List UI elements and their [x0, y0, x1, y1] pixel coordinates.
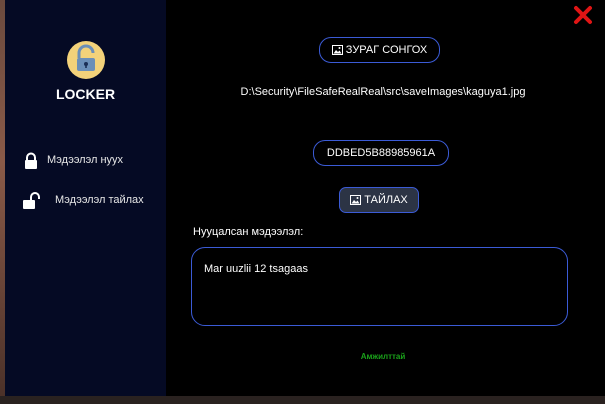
locker-window: LOCKER Мэдээлэл нуух Мэдээлэл тайлах	[5, 0, 605, 396]
app-title: LOCKER	[55, 86, 116, 102]
sidebar: LOCKER Мэдээлэл нуух Мэдээлэл тайлах	[5, 0, 166, 396]
sidebar-item-label: Мэдээлэл тайлах	[55, 194, 144, 206]
select-image-button[interactable]: ЗУРАГ СОНГОХ	[319, 37, 440, 63]
decrypt-button[interactable]: ТАЙЛАХ	[339, 187, 419, 213]
image-icon	[331, 45, 343, 55]
hidden-info-textbox[interactable]: Mar uuzlii 12 tsagaas	[191, 247, 568, 326]
status-message: Амжилттай	[360, 352, 406, 361]
sidebar-item-reveal-info[interactable]: Мэдээлэл тайлах	[5, 190, 166, 212]
unlock-icon	[23, 192, 40, 209]
image-path: D:\Security\FileSafeRealReal\src\saveIma…	[240, 86, 526, 98]
close-icon[interactable]	[572, 4, 594, 26]
background-bottom-strip	[0, 396, 605, 404]
sidebar-item-label: Мэдээлэл нуух	[47, 154, 124, 166]
padlock-logo-icon	[67, 41, 105, 79]
decrypt-label: ТАЙЛАХ	[364, 194, 408, 206]
image-icon	[350, 195, 362, 205]
lock-icon	[25, 152, 37, 169]
select-image-label: ЗУРАГ СОНГОХ	[345, 44, 428, 56]
sidebar-item-hide-info[interactable]: Мэдээлэл нуух	[5, 150, 166, 172]
key-field[interactable]: DDBED5B88985961A	[313, 140, 449, 166]
hidden-info-caption: Нууцалсан мэдээлэл:	[193, 226, 304, 238]
